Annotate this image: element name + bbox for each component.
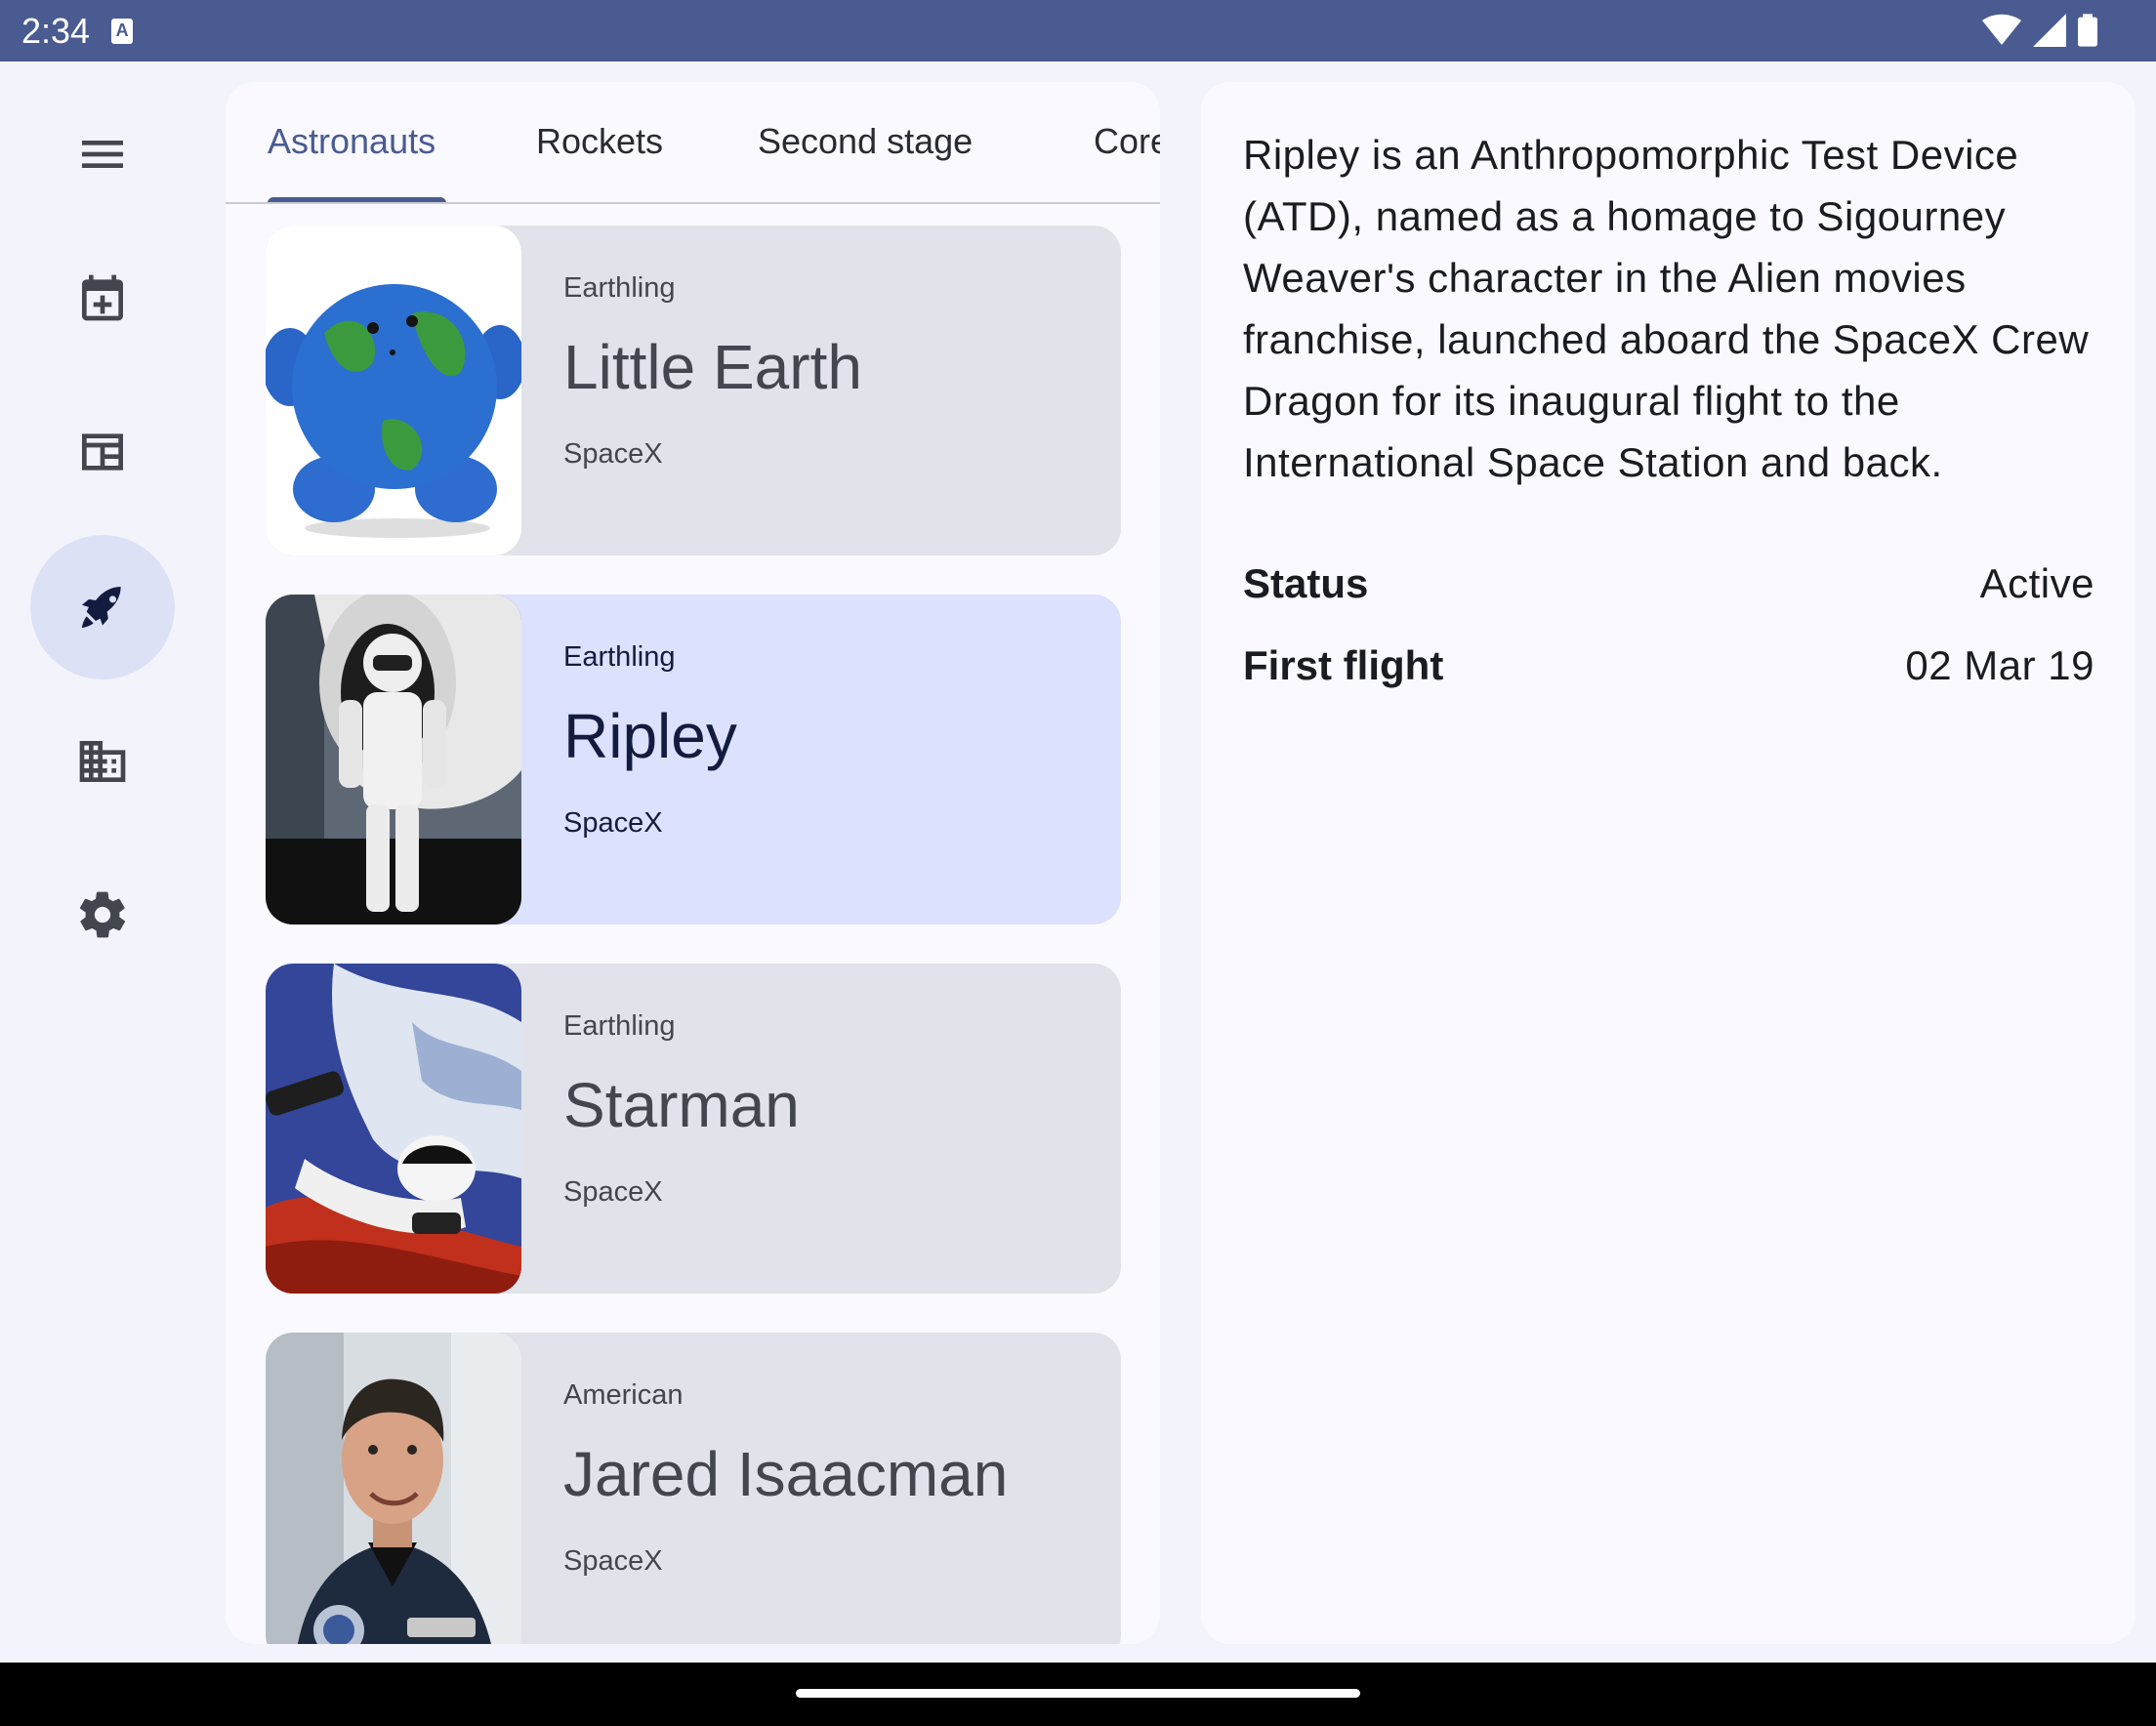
astronaut-category: Earthling [563,641,676,673]
tab-row: Astronauts Rockets Second stage Core [226,82,1160,204]
wifi-icon [1982,14,2021,45]
navigation-rail [0,62,205,1663]
astronaut-agency: SpaceX [563,1545,663,1577]
first-flight-value: 02 Mar 19 [1905,642,2094,688]
first-flight-label: First flight [1243,642,1444,688]
astronaut-name: Little Earth [563,332,862,402]
tab-astronauts[interactable]: Astronauts [268,121,435,162]
tab-core[interactable]: Core [1094,121,1160,162]
nav-settings[interactable] [30,842,175,987]
signal-icon [2033,14,2066,47]
astronaut-name: Jared Isaacman [563,1439,1009,1509]
status-bar: 2:34 A [0,0,2156,62]
astronaut-category: American [563,1379,684,1411]
status-value: Active [1979,560,2094,606]
tab-rockets[interactable]: Rockets [536,121,663,162]
nav-news[interactable] [30,380,175,524]
astronaut-photo [266,1333,521,1644]
astronaut-name: Ripley [563,701,737,771]
status-time: 2:34 [21,10,91,51]
astronaut-card-selected[interactable]: Earthling Ripley SpaceX [266,595,1121,925]
battery-icon [2078,14,2097,47]
news-icon [82,433,123,471]
astronaut-card[interactable]: American Jared Isaacman SpaceX [266,1333,1121,1644]
tab-indicator [268,197,446,202]
astronaut-agency: SpaceX [563,438,663,470]
astronaut-category: Earthling [563,272,676,304]
astronaut-list-pane: Astronauts Rockets Second stage Cor e [226,82,1160,1644]
settings-icon [79,891,126,938]
astronaut-name: Starman [563,1070,800,1140]
status-label: Status [1243,560,1369,606]
astronaut-card[interactable]: Earthling Starman SpaceX [266,964,1121,1294]
gesture-navigation-bar [0,1663,2156,1726]
astronaut-photo [266,964,521,1294]
tab-second-stage[interactable]: Second stage [758,121,973,162]
nav-company[interactable] [30,689,175,834]
astronaut-agency: SpaceX [563,1176,663,1208]
status-row: Status Active [1243,560,2094,619]
astronaut-category: Earthling [563,1010,676,1042]
first-flight-row: First flight 02 Mar 19 [1243,642,2094,701]
astronaut-agency: SpaceX [563,807,663,839]
company-icon [79,741,126,782]
menu-button[interactable] [30,82,175,226]
notification-icon: A [111,18,134,44]
home-gesture-handle[interactable] [796,1689,1360,1698]
status-icons [1982,14,2097,47]
calendar-add-icon [82,274,123,321]
astronaut-description: Ripley is an Anthropomorphic Test Device… [1243,132,2090,485]
nav-upcoming-launches[interactable] [30,226,175,370]
astronaut-photo [266,595,521,925]
astronaut-photo [266,226,521,555]
nav-vehicles[interactable] [30,535,175,679]
rocket-icon [82,587,121,628]
astronaut-card[interactable]: Earthling Little Earth SpaceX [266,226,1121,555]
astronaut-detail-pane: Ripley is an Anthropomorphic Test Device… [1201,82,2135,1644]
menu-icon [82,141,123,168]
